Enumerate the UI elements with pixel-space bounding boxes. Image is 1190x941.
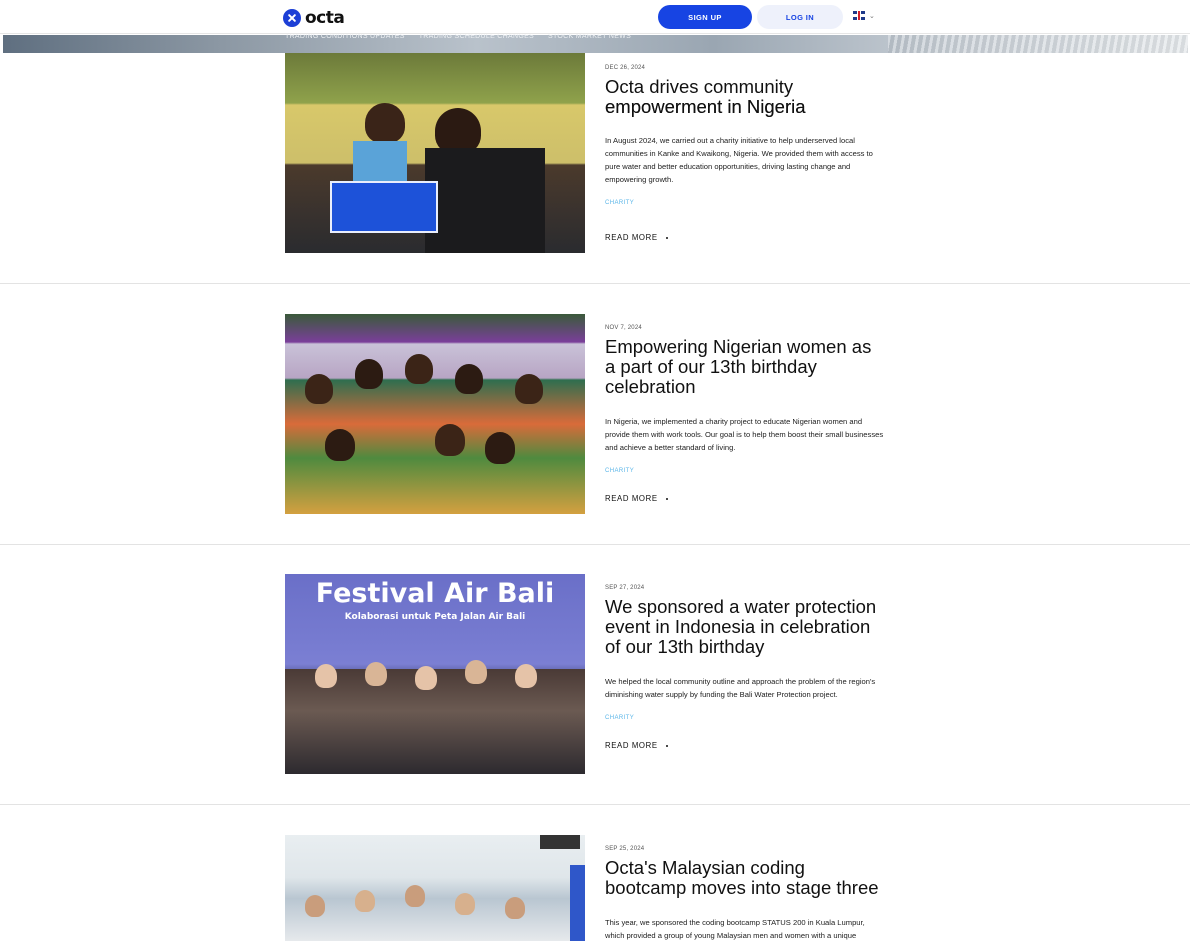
dot-icon <box>665 744 668 747</box>
article-date-overlay: DEC 26, 2024 Octa drives community empow… <box>605 65 885 117</box>
article-title[interactable]: Empowering Nigerian women as a part of o… <box>605 337 885 397</box>
dot-icon <box>665 236 668 239</box>
article-tag[interactable]: CHARITY <box>605 715 885 721</box>
article-card: SEP 25, 2024 Octa's Malaysian coding boo… <box>0 805 1190 941</box>
article-card: Festival Air Bali Kolaborasi untuk Peta … <box>0 545 1190 805</box>
read-more-link[interactable]: READ MORE <box>605 494 885 503</box>
article-tag[interactable]: CHARITY <box>605 468 885 474</box>
subnav-item[interactable]: TRADING SCHEDULE CHANGES <box>419 33 534 40</box>
article-tag[interactable]: CHARITY <box>605 200 885 206</box>
article-excerpt: We helped the local community outline an… <box>605 677 876 699</box>
read-more-link[interactable]: READ MORE <box>605 233 885 242</box>
octa-logo-icon <box>283 9 301 27</box>
octa-logo[interactable]: octa <box>283 8 345 28</box>
article-image[interactable]: Festival Air Bali Kolaborasi untuk Peta … <box>285 574 585 774</box>
image-banner-title: Festival Air Bali <box>315 578 555 609</box>
logo-text: octa <box>305 8 345 28</box>
chevron-down-icon: ⌄ <box>869 12 875 20</box>
article-image[interactable] <box>285 314 585 514</box>
dot-icon <box>665 497 668 500</box>
category-subnav: TRADING CONDITIONS UPDATES TRADING SCHED… <box>285 33 631 40</box>
read-more-link[interactable]: READ MORE <box>605 741 885 750</box>
article-body: SEP 27, 2024 We sponsored a water protec… <box>605 585 885 750</box>
article-image[interactable] <box>285 53 585 253</box>
signup-button[interactable]: SIGN UP <box>658 5 752 29</box>
article-date: SEP 25, 2024 <box>605 846 645 852</box>
site-header: octa SIGN UP LOG IN ⌄ <box>0 0 1190 34</box>
language-selector[interactable]: ⌄ <box>853 11 875 20</box>
article-image[interactable] <box>285 835 585 941</box>
article-body: NOV 7, 2024 Empowering Nigerian women as… <box>605 325 885 503</box>
article-date: DEC 26, 2024 <box>605 65 646 71</box>
article-excerpt: In Nigeria, we implemented a charity pro… <box>605 417 884 452</box>
subnav-item[interactable]: TRADING CONDITIONS UPDATES <box>285 33 405 40</box>
read-more-label: READ MORE <box>605 233 658 242</box>
article-card: NOV 7, 2024 Empowering Nigerian women as… <box>0 284 1190 545</box>
article-title[interactable]: Octa drives community empowerment in Nig… <box>605 77 885 117</box>
article-body: SEP 25, 2024 Octa's Malaysian coding boo… <box>605 846 885 941</box>
article-excerpt: This year, we sponsored the coding bootc… <box>605 918 865 940</box>
read-more-label: READ MORE <box>605 741 658 750</box>
article-title[interactable]: Octa's Malaysian coding bootcamp moves i… <box>605 858 885 898</box>
uk-flag-icon <box>853 11 865 20</box>
login-button[interactable]: LOG IN <box>757 5 843 29</box>
article-excerpt: In August 2024, we carried out a charity… <box>605 136 873 184</box>
article-date: NOV 7, 2024 <box>605 325 642 331</box>
read-more-label: READ MORE <box>605 494 658 503</box>
subnav-item[interactable]: STOCK MARKET NEWS <box>548 33 631 40</box>
article-date: SEP 27, 2024 <box>605 585 645 591</box>
image-banner-subtitle: Kolaborasi untuk Peta Jalan Air Bali <box>344 612 526 622</box>
article-title[interactable]: We sponsored a water protection event in… <box>605 597 885 657</box>
